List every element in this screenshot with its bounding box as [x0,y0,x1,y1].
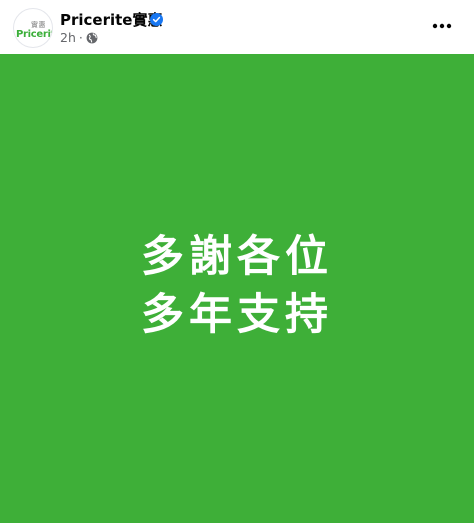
post-image-line-2: 多年支持 [141,290,333,340]
post-image-line-1: 多謝各位 [141,232,333,282]
avatar-logo-en: Pricerite [16,29,52,40]
post-header: 實惠 Pricerite Pricerite實惠 2h · [0,0,474,54]
post-image-text: 多謝各位 多年支持 [0,228,474,344]
post-meta: 2h · [60,30,98,45]
post-timestamp[interactable]: 2h [60,30,76,45]
globe-icon [86,32,98,44]
page-avatar[interactable]: 實惠 Pricerite [13,8,53,48]
page-name-link[interactable]: Pricerite實惠 [60,9,162,30]
verified-badge-icon [150,11,163,26]
more-options-button[interactable] [428,14,456,38]
more-options-icon [432,23,452,29]
meta-separator: · [78,30,83,45]
